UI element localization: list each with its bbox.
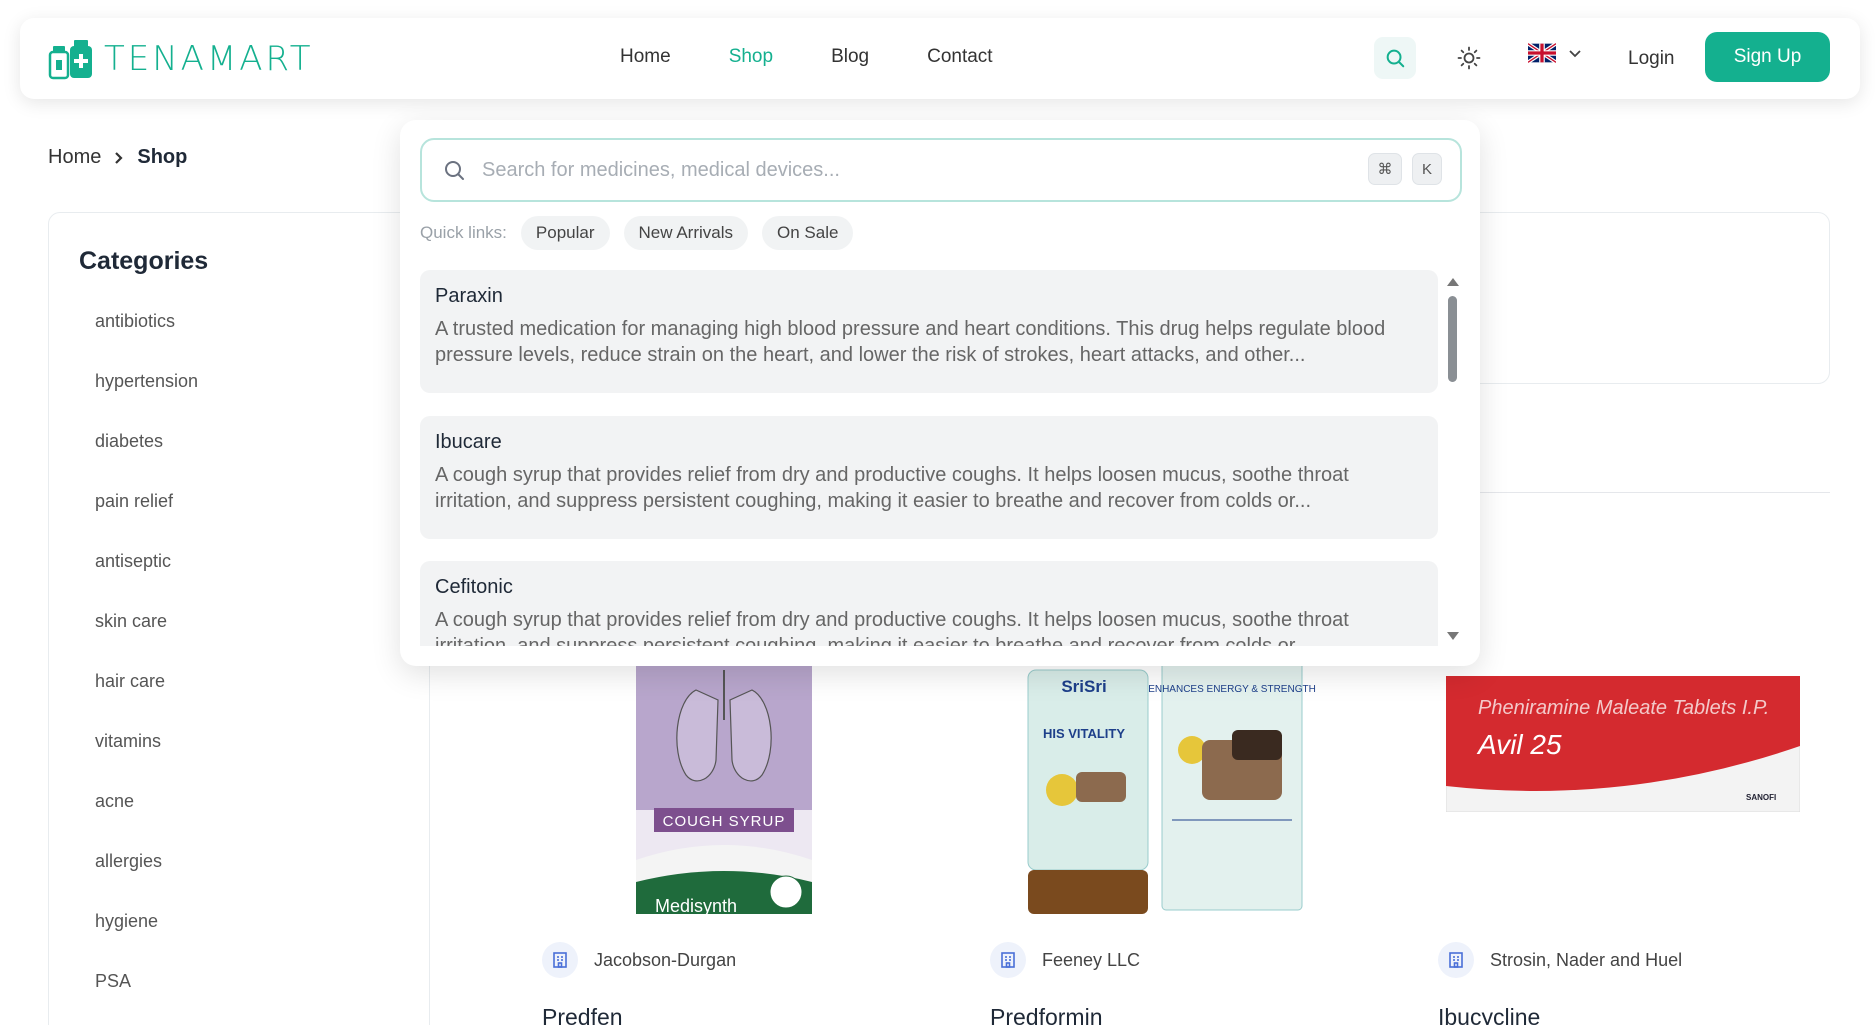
search-dropdown: ⌘ K Quick links: Popular New Arrivals On…: [400, 120, 1480, 666]
quick-link-chip[interactable]: New Arrivals: [623, 216, 748, 250]
uk-flag-icon: [1528, 43, 1556, 63]
scroll-up-arrow-icon[interactable]: [1446, 276, 1460, 288]
manufacturer-name: Strosin, Nader and Huel: [1490, 949, 1683, 970]
product-name[interactable]: Predformin: [990, 1004, 1102, 1025]
category-item[interactable]: pain relief: [95, 491, 198, 551]
product-image-brand: SriSri: [1061, 677, 1106, 696]
product-image-brand: Medisynth: [655, 896, 737, 914]
product-manufacturer: Strosin, Nader and Huel: [1438, 942, 1682, 978]
category-item[interactable]: hypertension: [95, 371, 198, 431]
product-name[interactable]: Ibucycline: [1438, 1004, 1540, 1025]
category-item[interactable]: skin care: [95, 611, 198, 671]
category-item[interactable]: PSA: [95, 971, 198, 1025]
search-icon: [1386, 49, 1405, 68]
search-results-list: Paraxin A trusted medication for managin…: [420, 270, 1438, 646]
product-image-maker: SANOFI: [1746, 793, 1776, 802]
category-item[interactable]: hygiene: [95, 911, 198, 971]
category-list: antibiotics hypertension diabetes pain r…: [95, 311, 198, 1025]
quick-link-chip[interactable]: Popular: [520, 216, 610, 250]
breadcrumb-current: Shop: [137, 146, 188, 168]
manufacturer-name: Feeney LLC: [1042, 949, 1141, 970]
manufacturer-name: Jacobson-Durgan: [594, 949, 737, 970]
breadcrumb: Home Shop: [48, 146, 187, 169]
product-image-brand: Avil 25: [1476, 729, 1562, 760]
chevron-down-icon: [1569, 50, 1581, 58]
building-icon: [542, 942, 578, 978]
categories-sidebar: Categories antibiotics hypertension diab…: [48, 212, 430, 1025]
category-item[interactable]: acne: [95, 791, 198, 851]
product-image-subtitle: ENHANCES ENERGY & STRENGTH: [1148, 684, 1316, 695]
result-description: A trusted medication for managing high b…: [435, 318, 1386, 366]
product-image-label: COUGH SYRUP: [663, 813, 786, 830]
result-description: A cough syrup that provides relief from …: [435, 609, 1349, 646]
category-item[interactable]: vitamins: [95, 731, 198, 791]
nav-home[interactable]: Home: [620, 46, 671, 68]
category-item[interactable]: hair care: [95, 671, 198, 731]
site-header: TENAMART Home Shop Blog Contact Login Si…: [20, 18, 1860, 99]
quick-links: Quick links: Popular New Arrivals On Sal…: [420, 216, 867, 250]
product-image[interactable]: COUGH SYRUP Medisynth: [636, 660, 812, 916]
content-divider: [1460, 492, 1830, 493]
result-description: A cough syrup that provides relief from …: [435, 464, 1349, 512]
kbd-k-key: K: [1412, 153, 1442, 185]
brand-name: TENAMART: [104, 39, 314, 79]
nav-contact[interactable]: Contact: [927, 46, 992, 68]
quick-link-chip[interactable]: On Sale: [762, 216, 854, 250]
nav-blog[interactable]: Blog: [831, 46, 869, 68]
breadcrumb-home[interactable]: Home: [48, 146, 101, 169]
login-link[interactable]: Login: [1628, 48, 1675, 70]
result-title: Ibucare: [435, 431, 502, 453]
kbd-cmd-key: ⌘: [1368, 153, 1402, 185]
header-search-button[interactable]: [1374, 37, 1416, 79]
scrollbar-thumb[interactable]: [1448, 296, 1457, 382]
product-image-label: Pheniramine Maleate Tablets I.P.: [1478, 697, 1769, 719]
search-input[interactable]: [482, 152, 1342, 188]
search-box[interactable]: ⌘ K: [420, 138, 1462, 202]
building-icon: [990, 942, 1026, 978]
building-icon: [1438, 942, 1474, 978]
search-result-item[interactable]: Paraxin A trusted medication for managin…: [420, 270, 1438, 393]
pharmacy-logo-icon: [48, 40, 92, 80]
logo[interactable]: TENAMART: [48, 38, 313, 80]
chevron-right-icon: [115, 151, 123, 164]
categories-title: Categories: [79, 247, 209, 275]
theme-toggle-button[interactable]: [1448, 37, 1490, 79]
filter-card: [1460, 212, 1830, 384]
product-image[interactable]: SriSri HIS VITALITY ENHANCES ENERGY & ST…: [1022, 659, 1322, 914]
nav-shop[interactable]: Shop: [729, 46, 773, 68]
product-manufacturer: Jacobson-Durgan: [542, 942, 736, 978]
signup-button[interactable]: Sign Up: [1705, 32, 1830, 82]
category-item[interactable]: allergies: [95, 851, 198, 911]
search-result-item[interactable]: Ibucare A cough syrup that provides reli…: [420, 416, 1438, 539]
language-selector[interactable]: [1528, 43, 1582, 63]
product-name[interactable]: Predfen: [542, 1004, 623, 1025]
result-title: Cefitonic: [435, 576, 513, 598]
sun-icon: [1457, 46, 1481, 70]
product-manufacturer: Feeney LLC: [990, 942, 1140, 978]
product-image-label: HIS VITALITY: [1043, 726, 1125, 741]
search-icon: [442, 158, 466, 187]
category-item[interactable]: antibiotics: [95, 311, 198, 371]
main-nav: Home Shop Blog Contact: [620, 46, 1051, 68]
search-result-item[interactable]: Cefitonic A cough syrup that provides re…: [420, 561, 1438, 646]
quick-links-label: Quick links:: [420, 223, 507, 242]
category-item[interactable]: antiseptic: [95, 551, 198, 611]
category-item[interactable]: diabetes: [95, 431, 198, 491]
result-title: Paraxin: [435, 285, 503, 307]
scroll-down-arrow-icon[interactable]: [1446, 630, 1460, 642]
product-image[interactable]: Pheniramine Maleate Tablets I.P. Avil 25…: [1445, 675, 1801, 813]
